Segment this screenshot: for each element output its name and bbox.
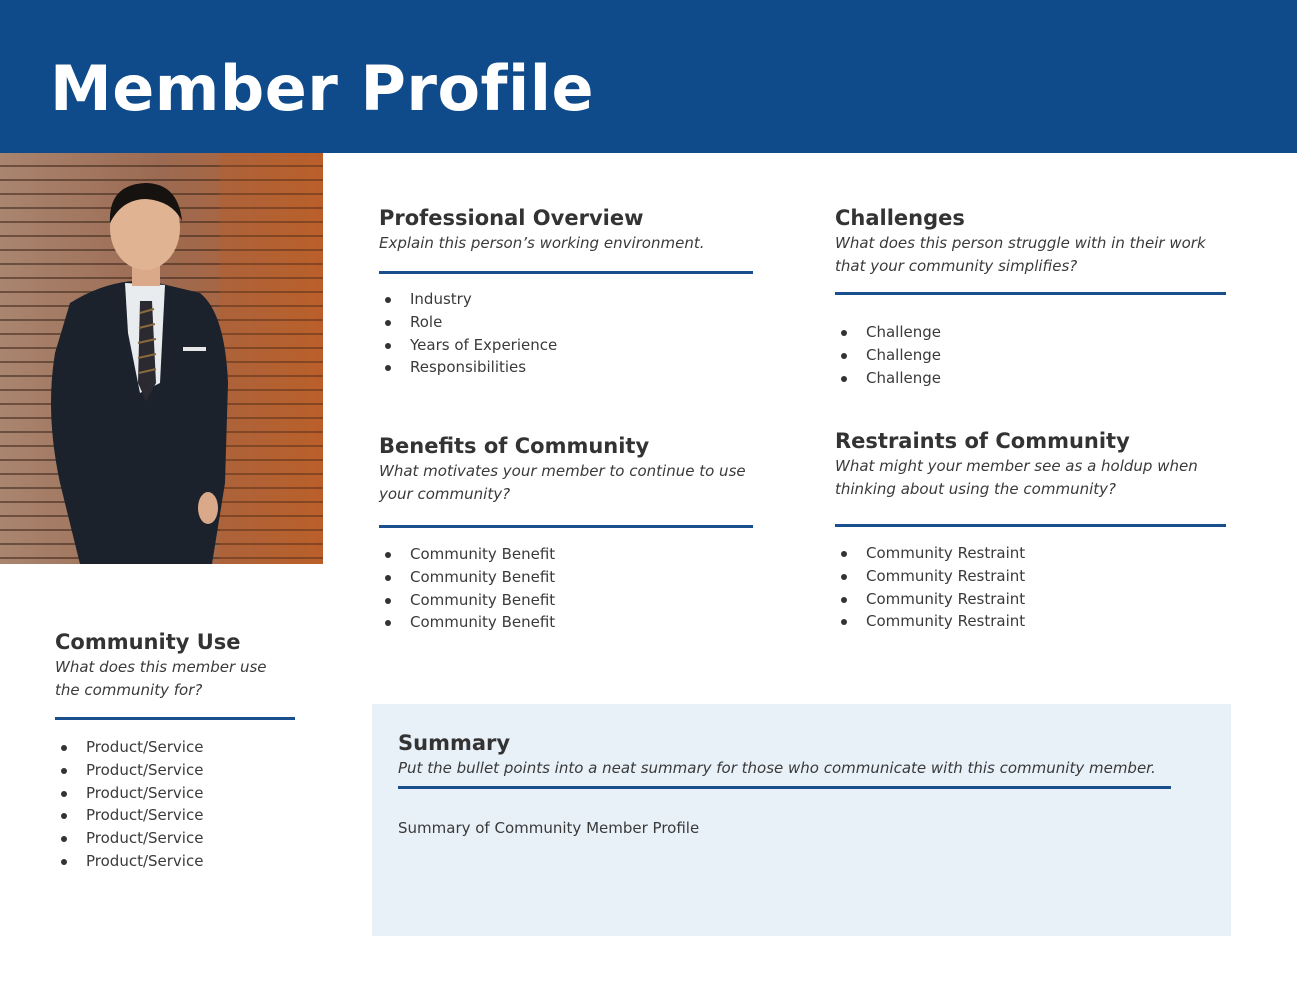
- section-title: Professional Overview: [379, 206, 644, 230]
- list-item: Community Benefit: [379, 566, 753, 589]
- list-item: Challenge: [835, 344, 1226, 367]
- section-divider: [835, 292, 1226, 295]
- list-item: Community Restraint: [835, 542, 1226, 565]
- section-title: Benefits of Community: [379, 434, 650, 458]
- section-divider: [379, 525, 753, 528]
- section-professional-overview: Professional Overview Explain this perso…: [379, 205, 753, 379]
- section-benefits-of-community: Benefits of Community What motivates you…: [379, 433, 753, 634]
- list-item: Product/Service: [55, 827, 295, 850]
- section-divider: [398, 786, 1171, 789]
- section-challenges: Challenges What does this person struggl…: [835, 205, 1226, 389]
- list-item: Years of Experience: [379, 334, 753, 357]
- section-divider: [379, 271, 753, 274]
- section-title: Challenges: [835, 206, 965, 230]
- list-item: Responsibilities: [379, 356, 753, 379]
- section-divider: [835, 524, 1226, 527]
- section-description: What motivates your member to continue t…: [379, 462, 746, 503]
- section-title: Restraints of Community: [835, 429, 1130, 453]
- section-divider: [55, 717, 295, 720]
- list-item: Community Benefit: [379, 543, 753, 566]
- section-description: What does this person struggle with in t…: [835, 234, 1206, 275]
- summary-body: Summary of Community Member Profile: [398, 819, 700, 837]
- list-item: Product/Service: [55, 850, 295, 873]
- member-photo: [0, 153, 323, 564]
- list-item: Community Restraint: [835, 588, 1226, 611]
- bullet-list: Product/Service Product/Service Product/…: [55, 736, 295, 873]
- section-community-use: Community Use What does this member use …: [55, 629, 295, 873]
- list-item: Community Benefit: [379, 589, 753, 612]
- list-item: Role: [379, 311, 753, 334]
- bullet-list: Community Benefit Community Benefit Comm…: [379, 543, 753, 634]
- list-item: Product/Service: [55, 782, 295, 805]
- section-title: Community Use: [55, 630, 241, 654]
- section-description: What does this member use the community …: [55, 658, 267, 699]
- section-description: Put the bullet points into a neat summar…: [398, 759, 1156, 777]
- list-item: Industry: [379, 288, 753, 311]
- member-photo-illustration: [0, 153, 323, 564]
- bullet-list: Industry Role Years of Experience Respon…: [379, 288, 753, 379]
- list-item: Community Benefit: [379, 611, 753, 634]
- list-item: Challenge: [835, 367, 1226, 390]
- bullet-list: Community Restraint Community Restraint …: [835, 542, 1226, 633]
- list-item: Challenge: [835, 321, 1226, 344]
- section-title: Summary: [398, 731, 511, 755]
- list-item: Product/Service: [55, 736, 295, 759]
- list-item: Product/Service: [55, 759, 295, 782]
- list-item: Product/Service: [55, 804, 295, 827]
- section-summary: Summary Put the bullet points into a nea…: [398, 730, 1171, 838]
- section-description: Explain this person’s working environmen…: [379, 234, 705, 252]
- section-restraints-of-community: Restraints of Community What might your …: [835, 428, 1226, 633]
- header-banner: Member Profile: [0, 0, 1297, 153]
- bullet-list: Challenge Challenge Challenge: [835, 321, 1226, 389]
- section-description: What might your member see as a holdup w…: [835, 457, 1198, 498]
- list-item: Community Restraint: [835, 610, 1226, 633]
- list-item: Community Restraint: [835, 565, 1226, 588]
- page-title: Member Profile: [50, 52, 595, 125]
